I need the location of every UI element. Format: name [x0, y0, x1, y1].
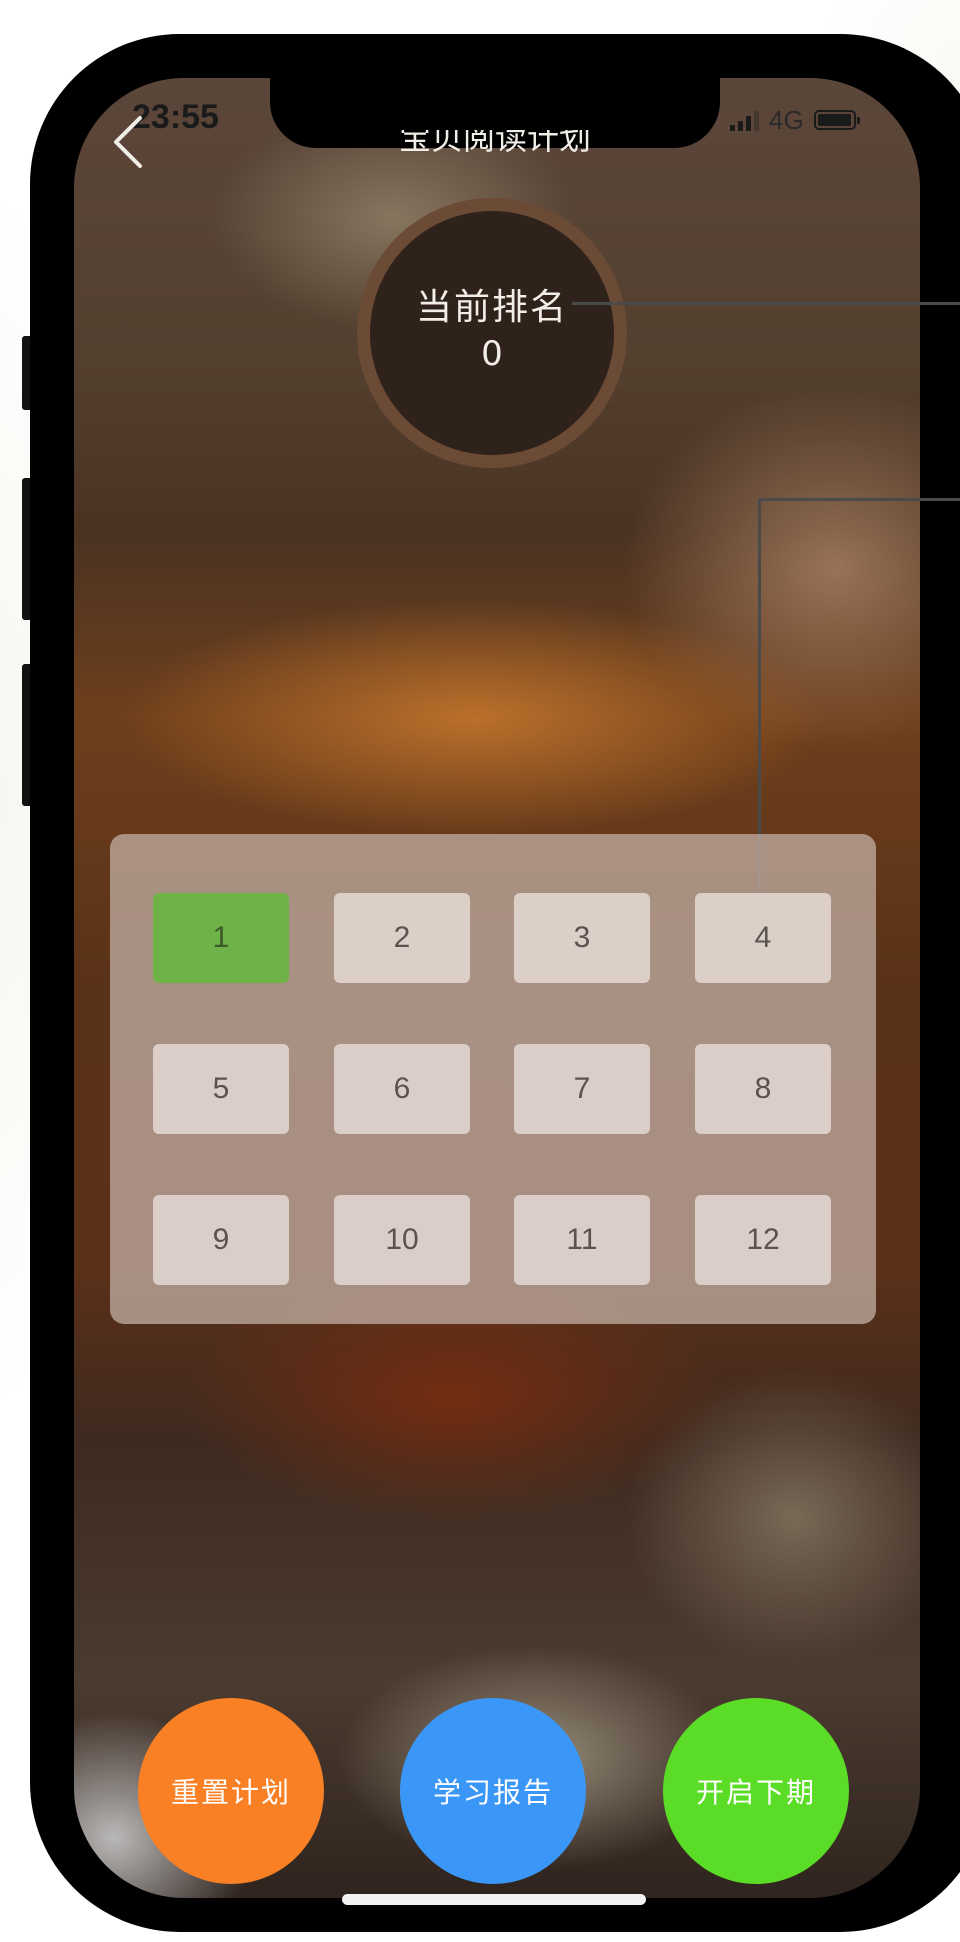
callout-line-rank — [572, 302, 960, 305]
plan-cell-5[interactable]: 5 — [153, 1044, 289, 1134]
plan-cell-1[interactable]: 1 — [153, 893, 289, 983]
battery-icon — [813, 110, 860, 130]
reset-plan-label: 重置计划 — [170, 1776, 291, 1809]
plan-cell-12[interactable]: 12 — [695, 1195, 831, 1285]
callout-line-grid-horizontal — [758, 498, 960, 501]
home-indicator[interactable] — [342, 1894, 646, 1905]
plan-cell-9[interactable]: 9 — [153, 1195, 289, 1285]
chevron-left-icon[interactable] — [110, 112, 150, 172]
rank-value: 0 — [481, 334, 503, 374]
plan-cell-2[interactable]: 2 — [334, 893, 470, 983]
plan-cell-6[interactable]: 6 — [334, 1044, 470, 1134]
rank-circle-inner — [370, 211, 614, 455]
reset-plan-button[interactable]: 重置计划 — [138, 1698, 324, 1884]
network-label: 4G — [769, 104, 804, 135]
signal-icon — [730, 109, 759, 131]
study-report-button[interactable]: 学习报告 — [400, 1698, 586, 1884]
plan-grid-panel: 1 2 3 4 5 6 7 8 9 10 11 12 — [110, 834, 876, 1324]
page: 23:55 4G 宝贝阅读计划 当前排名 0 1 2 3 4 5 6 7 8 9… — [0, 0, 960, 1942]
plan-cell-10[interactable]: 10 — [334, 1195, 470, 1285]
plan-cell-11[interactable]: 11 — [514, 1195, 650, 1285]
study-report-label: 学习报告 — [432, 1776, 553, 1809]
plan-cell-4[interactable]: 4 — [695, 893, 831, 983]
start-next-period-label: 开启下期 — [695, 1776, 816, 1809]
start-next-period-button[interactable]: 开启下期 — [663, 1698, 849, 1884]
page-title-text: 宝贝阅读计划 — [398, 130, 591, 157]
plan-cell-7[interactable]: 7 — [514, 1044, 650, 1134]
page-title: 宝贝阅读计划 — [290, 130, 700, 170]
plan-cell-3[interactable]: 3 — [514, 893, 650, 983]
plan-cell-8[interactable]: 8 — [695, 1044, 831, 1134]
status-indicators: 4G — [730, 104, 860, 136]
rank-label: 当前排名 — [415, 287, 568, 328]
